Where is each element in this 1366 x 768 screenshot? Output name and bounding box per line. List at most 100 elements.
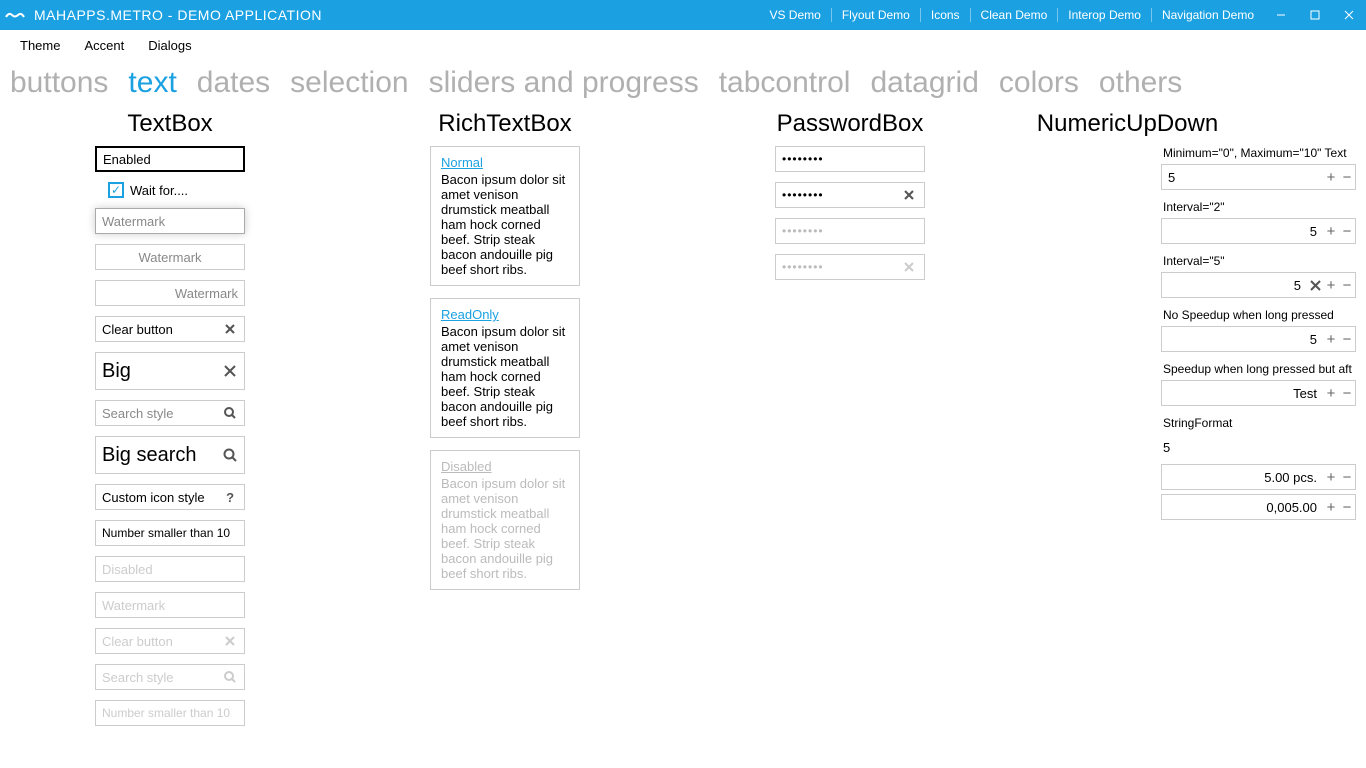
textbox-watermark-right-input[interactable] (102, 286, 238, 301)
passwordbox-header: PasswordBox (680, 110, 1020, 138)
password-value: •••••••• (782, 224, 824, 238)
textbox-clear-input[interactable] (102, 322, 222, 337)
richtextbox-header: RichTextBox (340, 110, 670, 138)
textbox-header: TextBox (10, 110, 330, 138)
clear-icon[interactable] (1307, 280, 1323, 291)
numeric-6-value[interactable]: 5.00 pcs. (1162, 470, 1323, 485)
rtb-disabled-link: Disabled (441, 459, 492, 474)
numeric-down-icon[interactable]: − (1339, 331, 1355, 348)
tab-tabcontrol[interactable]: tabcontrol (719, 66, 851, 100)
textbox-customicon-input[interactable] (102, 490, 222, 505)
textbox-disabled-watermark-input (102, 598, 238, 613)
textbox-clear[interactable] (95, 316, 245, 342)
titlebar-link-icons[interactable]: Icons (921, 8, 971, 22)
numeric-up-icon[interactable]: + (1323, 169, 1339, 186)
clear-icon[interactable] (222, 320, 238, 338)
maximize-button[interactable] (1298, 0, 1332, 30)
passwordbox-2[interactable]: •••••••• (775, 182, 925, 208)
textbox-enabled-input[interactable] (103, 152, 237, 167)
tab-selection[interactable]: selection (290, 66, 408, 100)
textbox-bigsearch-input[interactable] (102, 444, 222, 467)
numeric-4-value[interactable]: 5 (1162, 332, 1323, 347)
numeric-up-icon[interactable]: + (1323, 385, 1339, 402)
numeric-down-icon[interactable]: − (1339, 499, 1355, 516)
textbox-watermark-focused-input[interactable] (102, 214, 238, 229)
tab-colors[interactable]: colors (999, 66, 1079, 100)
numeric-5-value[interactable]: Test (1162, 386, 1323, 401)
numeric-6[interactable]: 5.00 pcs. + − (1161, 464, 1356, 490)
tab-text[interactable]: text (128, 66, 176, 100)
clear-icon[interactable] (222, 362, 238, 380)
tab-buttons[interactable]: buttons (10, 66, 108, 100)
textbox-big[interactable] (95, 352, 245, 390)
numeric-3[interactable]: 5 + − (1161, 272, 1356, 298)
textbox-disabled-number (95, 700, 245, 726)
textbox-number[interactable] (95, 520, 245, 546)
numeric-up-icon[interactable]: + (1323, 331, 1339, 348)
numeric-7[interactable]: 0,005.00 + − (1161, 494, 1356, 520)
numeric-2-value[interactable]: 5 (1162, 224, 1323, 239)
textbox-customicon[interactable]: ? (95, 484, 245, 510)
clear-icon[interactable] (900, 186, 918, 204)
numeric-7-value[interactable]: 0,005.00 (1162, 500, 1323, 515)
textbox-search[interactable] (95, 400, 245, 426)
textbox-watermark-right[interactable] (95, 280, 245, 306)
numeric-up-icon[interactable]: + (1323, 277, 1339, 294)
close-button[interactable] (1332, 0, 1366, 30)
textbox-watermark-focused[interactable] (95, 208, 245, 234)
textbox-big-input[interactable] (102, 360, 222, 383)
numeric-down-icon[interactable]: − (1339, 469, 1355, 486)
menu-accent[interactable]: Accent (72, 34, 136, 57)
titlebar-link-navigation[interactable]: Navigation Demo (1152, 8, 1264, 22)
numeric-label-3: Interval="5" (1161, 254, 1356, 268)
titlebar-link-interop[interactable]: Interop Demo (1058, 8, 1152, 22)
numeric-3-value[interactable]: 5 (1162, 278, 1307, 293)
clear-icon (222, 632, 238, 650)
menu-theme[interactable]: Theme (8, 34, 72, 57)
richtextbox-normal[interactable]: Normal Bacon ipsum dolor sit amet veniso… (430, 146, 580, 286)
numeric-label-4: No Speedup when long pressed (1161, 308, 1356, 322)
numeric-header: NumericUpDown (1030, 110, 1225, 138)
numeric-1-value[interactable]: 5 (1162, 170, 1323, 185)
numeric-2[interactable]: 5 + − (1161, 218, 1356, 244)
titlebar-links: VS Demo Flyout Demo Icons Clean Demo Int… (759, 8, 1264, 22)
textbox-number-input[interactable] (102, 526, 238, 540)
textbox-bigsearch[interactable] (95, 436, 245, 474)
rtb-readonly-link[interactable]: ReadOnly (441, 307, 499, 322)
tab-dates[interactable]: dates (197, 66, 270, 100)
minimize-button[interactable] (1264, 0, 1298, 30)
numeric-5[interactable]: Test + − (1161, 380, 1356, 406)
tab-datagrid[interactable]: datagrid (870, 66, 978, 100)
tab-sliders[interactable]: sliders and progress (429, 66, 699, 100)
textbox-watermark-center[interactable] (95, 244, 245, 270)
titlebar-link-clean[interactable]: Clean Demo (971, 8, 1059, 22)
tab-others[interactable]: others (1099, 66, 1182, 100)
numeric-up-icon[interactable]: + (1323, 499, 1339, 516)
menu-dialogs[interactable]: Dialogs (136, 34, 203, 57)
titlebar-link-vs[interactable]: VS Demo (759, 8, 831, 22)
textbox-watermark-center-input[interactable] (102, 250, 238, 265)
textbox-disabled-search (95, 664, 245, 690)
numeric-down-icon[interactable]: − (1339, 277, 1355, 294)
rtb-normal-link[interactable]: Normal (441, 155, 483, 170)
search-icon[interactable] (222, 404, 238, 422)
numeric-up-icon[interactable]: + (1323, 469, 1339, 486)
textbox-search-input[interactable] (102, 406, 222, 421)
numeric-up-icon[interactable]: + (1323, 223, 1339, 240)
passwordbox-1[interactable]: •••••••• (775, 146, 925, 172)
textbox-disabled (95, 556, 245, 582)
textbox-disabled-input (102, 562, 238, 577)
numeric-down-icon[interactable]: − (1339, 223, 1355, 240)
app-title: MAHAPPS.METRO - DEMO APPLICATION (30, 7, 322, 23)
titlebar-link-flyout[interactable]: Flyout Demo (832, 8, 921, 22)
numeric-down-icon[interactable]: − (1339, 169, 1355, 186)
search-icon[interactable] (222, 446, 238, 464)
waitfor-checkbox[interactable]: ✓ (108, 182, 124, 198)
help-icon[interactable]: ? (222, 488, 238, 506)
textbox-enabled[interactable] (95, 146, 245, 172)
numeric-down-icon[interactable]: − (1339, 385, 1355, 402)
rtb-readonly-body: Bacon ipsum dolor sit amet venison drums… (441, 324, 569, 429)
numeric-1[interactable]: 5 + − (1161, 164, 1356, 190)
textbox-disabled-clear-input (102, 634, 222, 649)
numeric-4[interactable]: 5 + − (1161, 326, 1356, 352)
